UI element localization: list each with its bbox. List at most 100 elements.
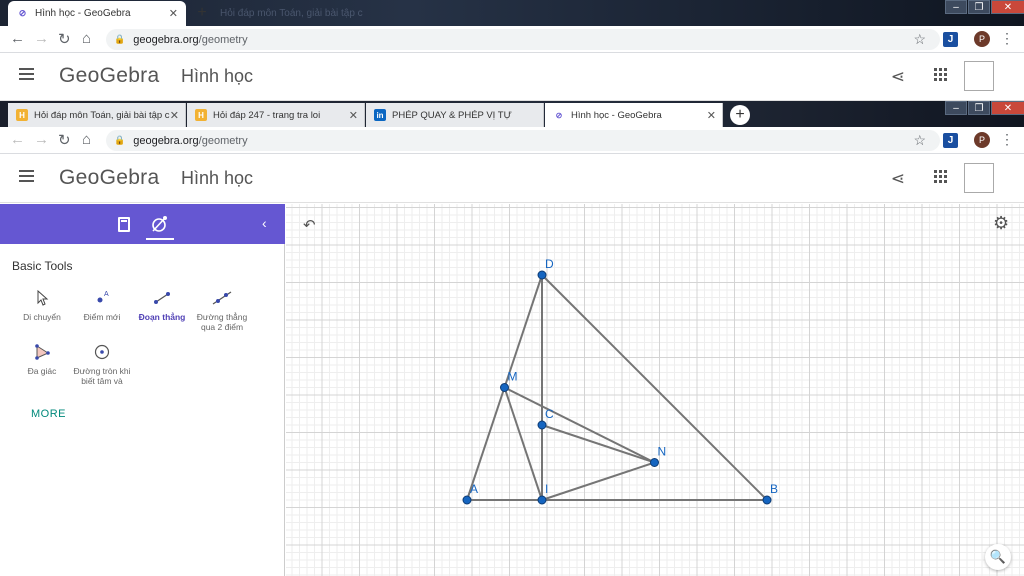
- tab-title: Hỏi đáp môn Toán, giải bài tập c: [34, 109, 170, 121]
- share-icon[interactable]: ⋖: [891, 169, 905, 189]
- window-controls: – ❐ ✕: [944, 0, 1024, 16]
- url-field[interactable]: 🔒 geogebra.org/geometry: [106, 130, 940, 151]
- profile-avatar[interactable]: P: [974, 31, 990, 47]
- point-N[interactable]: [650, 458, 659, 467]
- apps-grid-icon[interactable]: [934, 170, 947, 183]
- undo-icon[interactable]: ↶: [303, 216, 316, 234]
- profile-avatar[interactable]: P: [974, 132, 990, 148]
- inner-tab-hoidap-247[interactable]: H Hỏi đáp 247 - trang tra loi ✕: [187, 103, 365, 127]
- extension-icon[interactable]: J: [943, 32, 958, 47]
- more-tools-button[interactable]: MORE: [31, 408, 66, 420]
- hamburger-menu-icon[interactable]: [19, 68, 34, 80]
- geogebra-logo: GeoGebra: [59, 166, 160, 189]
- tool-circle[interactable]: Đường tròn khi biết tâm và: [72, 342, 132, 386]
- segment-IN[interactable]: [541, 461, 655, 501]
- calculator-icon[interactable]: [118, 217, 130, 232]
- reload-icon[interactable]: ↻: [58, 131, 71, 149]
- lock-icon: 🔒: [114, 34, 126, 44]
- tab-title: PHÉP QUAY & PHÉP VỊ TỰ: [392, 109, 512, 121]
- point-label-D: D: [545, 257, 554, 271]
- bookmark-star-icon[interactable]: ☆: [913, 31, 926, 48]
- url-domain: geogebra.org: [133, 134, 199, 147]
- back-icon[interactable]: ←: [10, 30, 25, 47]
- tool-label: Điểm mới: [83, 312, 121, 322]
- tool-line[interactable]: Đường thẳng qua 2 điểm: [192, 288, 252, 332]
- outer-address-bar: ← → ↻ ⌂ 🔒 geogebra.org/geometry ☆ J P ⋮: [0, 26, 1024, 53]
- home-icon[interactable]: ⌂: [82, 131, 91, 148]
- lock-icon: 🔒: [114, 135, 126, 145]
- new-tab-button[interactable]: +: [730, 105, 750, 125]
- settings-gear-icon[interactable]: ⚙: [993, 213, 1009, 234]
- home-icon[interactable]: ⌂: [82, 30, 91, 47]
- geometry-tools-icon[interactable]: [150, 214, 170, 234]
- geogebra-logo: GeoGebra: [59, 64, 160, 87]
- url-field[interactable]: 🔒 geogebra.org/geometry: [106, 29, 940, 50]
- close-icon[interactable]: ✕: [349, 109, 358, 122]
- zoom-search-icon[interactable]: 🔍: [985, 544, 1011, 570]
- section-title: Basic Tools: [12, 259, 73, 273]
- inner-tab-hoidap-toan[interactable]: H Hỏi đáp môn Toán, giải bài tập c ✕: [8, 103, 186, 127]
- close-window-icon[interactable]: ✕: [991, 101, 1024, 115]
- app-title: Hình học: [181, 66, 254, 86]
- point-D[interactable]: [537, 270, 547, 280]
- point-M[interactable]: [500, 383, 509, 392]
- segment-MN[interactable]: [504, 386, 655, 464]
- point-C[interactable]: [537, 420, 547, 430]
- minimize-icon[interactable]: –: [945, 101, 967, 115]
- outer-tab-geogebra[interactable]: ⊘ Hình học - GeoGebra ✕: [8, 1, 186, 26]
- url-domain: geogebra.org: [133, 33, 199, 46]
- point-label-B: B: [770, 482, 778, 496]
- collapse-panel-icon[interactable]: ‹: [262, 215, 267, 231]
- user-image[interactable]: [964, 163, 994, 193]
- tool-point[interactable]: A Điểm mới: [72, 288, 132, 322]
- point-label-M: M: [508, 370, 518, 384]
- point-B[interactable]: [762, 495, 772, 505]
- graphics-canvas[interactable]: A I B D M C N: [286, 204, 1024, 576]
- url-path: /geometry: [198, 134, 248, 147]
- tool-label: Đoạn thẳng: [138, 312, 186, 322]
- minimize-icon[interactable]: –: [945, 0, 967, 14]
- panel-header: ‹: [0, 204, 285, 244]
- hoidap-favicon-icon: H: [16, 109, 28, 121]
- app-title: Hình học: [181, 168, 254, 188]
- active-tab-indicator: [146, 238, 174, 240]
- hamburger-menu-icon[interactable]: [19, 170, 34, 182]
- point-I[interactable]: [537, 495, 547, 505]
- back-icon[interactable]: ←: [10, 131, 25, 148]
- close-window-icon[interactable]: ✕: [991, 0, 1024, 14]
- menu-kebab-icon[interactable]: ⋮: [1000, 131, 1014, 148]
- forward-icon[interactable]: →: [34, 131, 49, 148]
- tool-move[interactable]: Di chuyển: [12, 288, 72, 322]
- apps-grid-icon[interactable]: [934, 68, 947, 81]
- bookmark-star-icon[interactable]: ☆: [913, 132, 926, 149]
- point-A[interactable]: [462, 495, 472, 505]
- inner-tab-geogebra[interactable]: ⊘ Hình học - GeoGebra ✕: [545, 103, 723, 127]
- segment-icon: [132, 288, 192, 308]
- outer-tab-strip: ⊘ Hình học - GeoGebra ✕ + Hỏi đáp môn To…: [0, 0, 1024, 26]
- outer-tab-blurred[interactable]: Hỏi đáp môn Toán, giải bài tập c: [212, 1, 372, 26]
- user-image[interactable]: [964, 61, 994, 91]
- close-icon[interactable]: ✕: [170, 109, 179, 122]
- close-icon[interactable]: ✕: [169, 7, 178, 20]
- share-icon[interactable]: ⋖: [891, 67, 905, 87]
- point-label-I: I: [545, 482, 548, 496]
- reload-icon[interactable]: ↻: [58, 30, 71, 48]
- close-icon[interactable]: ✕: [707, 109, 716, 122]
- hoidap-favicon-icon: H: [195, 109, 207, 121]
- tool-label: Di chuyển: [23, 312, 61, 322]
- restore-icon[interactable]: ❐: [968, 0, 990, 14]
- extension-icon[interactable]: J: [943, 133, 958, 148]
- new-tab-button[interactable]: +: [192, 3, 212, 23]
- tool-label: Đường thẳng qua 2 điểm: [196, 312, 248, 332]
- forward-icon[interactable]: →: [34, 30, 49, 47]
- url-path: /geometry: [198, 33, 248, 46]
- menu-kebab-icon[interactable]: ⋮: [1000, 30, 1014, 47]
- tool-segment[interactable]: Đoạn thẳng: [132, 288, 192, 322]
- geogebra-favicon-icon: ⊘: [18, 8, 27, 18]
- segment-CN[interactable]: [541, 424, 655, 464]
- inner-tab-strip: H Hỏi đáp môn Toán, giải bài tập c ✕ H H…: [0, 101, 1024, 127]
- tool-polygon[interactable]: Đa giác: [12, 342, 72, 376]
- inner-tab-linkedin[interactable]: in PHÉP QUAY & PHÉP VỊ TỰ: [366, 103, 544, 127]
- restore-icon[interactable]: ❐: [968, 101, 990, 115]
- tab-title: Hình học - GeoGebra: [571, 109, 662, 121]
